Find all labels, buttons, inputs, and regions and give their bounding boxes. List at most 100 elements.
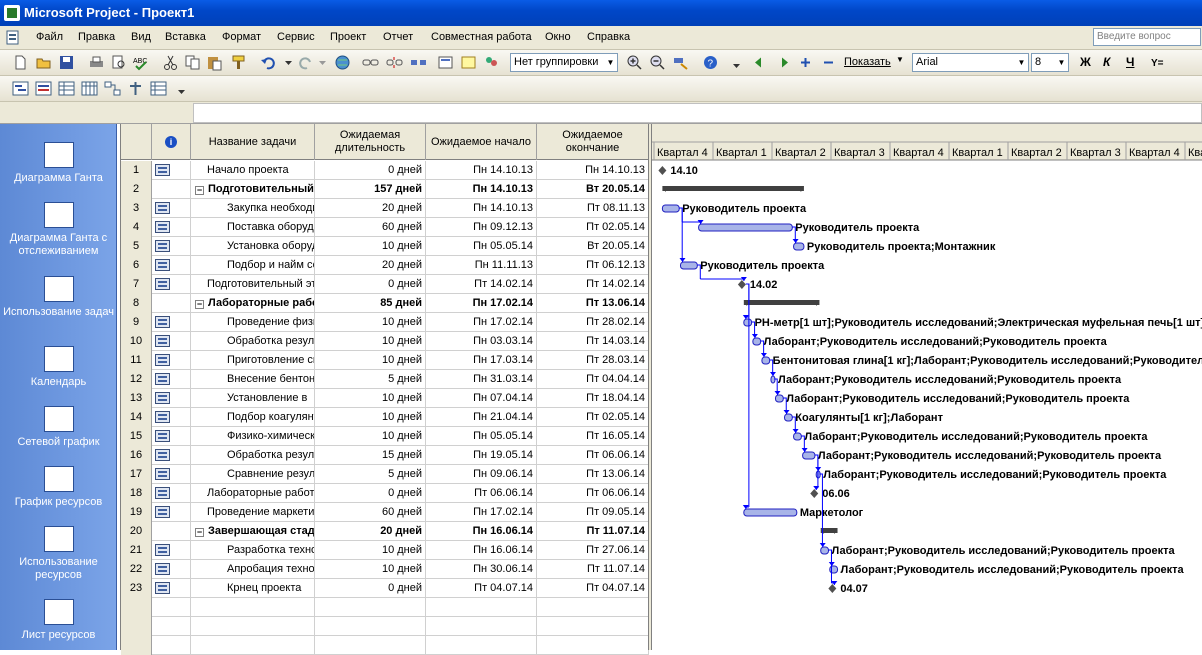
print-icon[interactable] bbox=[88, 54, 105, 71]
start-cell[interactable]: Пт 06.06.14 bbox=[426, 484, 537, 503]
row-id[interactable]: 11 bbox=[121, 351, 152, 370]
menu-file[interactable]: Файл bbox=[36, 31, 63, 43]
link-tasks-icon[interactable] bbox=[362, 54, 379, 71]
finish-cell[interactable] bbox=[537, 598, 649, 617]
row-id[interactable]: 14 bbox=[121, 408, 152, 427]
finish-cell[interactable]: Пт 27.06.14 bbox=[537, 541, 649, 560]
goto-task-icon[interactable] bbox=[672, 54, 689, 71]
arrow-left-icon[interactable] bbox=[752, 54, 769, 71]
finish-cell[interactable]: Пт 13.06.14 bbox=[537, 465, 649, 484]
row-id[interactable]: 20 bbox=[121, 522, 152, 541]
show-subtasks-icon[interactable] bbox=[797, 54, 814, 71]
zoom-out-icon[interactable] bbox=[649, 54, 666, 71]
duration-cell[interactable] bbox=[315, 598, 426, 617]
duration-cell[interactable]: 0 дней bbox=[315, 484, 426, 503]
task-name-cell[interactable]: Крнец проекта bbox=[191, 579, 315, 598]
task-name-cell[interactable]: Приготовление смесей bbox=[191, 351, 315, 370]
finish-cell[interactable]: Пт 18.04.14 bbox=[537, 389, 649, 408]
save-icon[interactable] bbox=[58, 54, 75, 71]
open-icon[interactable] bbox=[35, 54, 52, 71]
assign-resources-icon[interactable] bbox=[483, 54, 500, 71]
header-finish[interactable]: Ожидаемое окончание bbox=[537, 124, 649, 160]
header-task-name[interactable]: Название задачи bbox=[191, 124, 315, 160]
sidebar-item-network[interactable]: Сетевой график bbox=[0, 406, 117, 449]
finish-cell[interactable]: Пт 28.03.14 bbox=[537, 351, 649, 370]
font-select[interactable]: Arial ▼ bbox=[912, 53, 1029, 72]
finish-cell[interactable] bbox=[537, 636, 649, 655]
row-id[interactable]: 5 bbox=[121, 237, 152, 256]
table-row[interactable]: 13Установление в10 днейПн 07.04.14Пт 18.… bbox=[121, 389, 649, 408]
start-cell[interactable]: Пн 30.06.14 bbox=[426, 560, 537, 579]
duration-cell[interactable]: 15 дней bbox=[315, 446, 426, 465]
row-id[interactable] bbox=[121, 617, 152, 636]
duration-cell[interactable]: 10 дней bbox=[315, 408, 426, 427]
bold-button[interactable]: Ж bbox=[1080, 55, 1091, 69]
font-size-select[interactable]: 8 ▼ bbox=[1031, 53, 1069, 72]
table-row[interactable]: 23Крнец проекта0 днейПт 04.07.14Пт 04.07… bbox=[121, 579, 649, 598]
menu-collaborate[interactable]: Совместная работа bbox=[431, 31, 532, 43]
start-cell[interactable]: Пн 14.10.13 bbox=[426, 161, 537, 180]
duration-cell[interactable]: 157 дней bbox=[315, 180, 426, 199]
start-cell[interactable]: Пн 07.04.14 bbox=[426, 389, 537, 408]
task-name-cell[interactable]: Апробация технологии bbox=[191, 560, 315, 579]
menu-window[interactable]: Окно bbox=[545, 31, 571, 43]
ask-question-input[interactable]: Введите вопрос bbox=[1093, 28, 1201, 46]
duration-cell[interactable]: 5 дней bbox=[315, 370, 426, 389]
table-row[interactable]: 22Апробация технологии10 днейПн 30.06.14… bbox=[121, 560, 649, 579]
zoom-in-icon[interactable] bbox=[626, 54, 643, 71]
finish-cell[interactable]: Пт 06.06.14 bbox=[537, 446, 649, 465]
finish-cell[interactable]: Пт 04.04.14 bbox=[537, 370, 649, 389]
duration-cell[interactable]: 20 дней bbox=[315, 522, 426, 541]
redo-icon[interactable] bbox=[297, 54, 314, 71]
duration-cell[interactable]: 10 дней bbox=[315, 313, 426, 332]
start-cell[interactable]: Пн 16.06.14 bbox=[426, 541, 537, 560]
row-id[interactable]: 21 bbox=[121, 541, 152, 560]
duration-cell[interactable]: 20 дней bbox=[315, 256, 426, 275]
sidebar-item-resource-usage[interactable]: Использование ресурсов bbox=[0, 526, 117, 582]
task-name-cell[interactable]: Обработка результатов bbox=[191, 332, 315, 351]
start-cell[interactable]: Пн 21.04.14 bbox=[426, 408, 537, 427]
task-usage-view-icon[interactable] bbox=[58, 80, 75, 97]
start-cell[interactable]: Пт 04.07.14 bbox=[426, 579, 537, 598]
task-name-cell[interactable]: Закупка необходимого bbox=[191, 199, 315, 218]
print-preview-icon[interactable] bbox=[110, 54, 127, 71]
collapse-toggle-icon[interactable]: − bbox=[195, 528, 204, 537]
globe-icon[interactable] bbox=[334, 54, 351, 71]
task-name-cell[interactable]: Внесение бентонита bbox=[191, 370, 315, 389]
row-id[interactable]: 7 bbox=[121, 275, 152, 294]
header-duration[interactable]: Ожидаемая длительность bbox=[315, 124, 426, 160]
row-id[interactable]: 8 bbox=[121, 294, 152, 313]
table-row[interactable]: 16Обработка результатов15 днейПн 19.05.1… bbox=[121, 446, 649, 465]
table-row[interactable] bbox=[121, 598, 649, 617]
table-row[interactable]: 5Установка оборудования10 днейПн 05.05.1… bbox=[121, 237, 649, 256]
show-dropdown-icon[interactable]: ▼ bbox=[896, 55, 904, 64]
italic-button[interactable]: К bbox=[1103, 55, 1110, 69]
start-cell[interactable]: Пн 16.06.14 bbox=[426, 522, 537, 541]
task-name-cell[interactable]: Сравнение результатов bbox=[191, 465, 315, 484]
task-name-cell[interactable]: Физико-химические bbox=[191, 427, 315, 446]
finish-cell[interactable]: Вт 20.05.14 bbox=[537, 237, 649, 256]
start-cell[interactable]: Пн 17.03.14 bbox=[426, 351, 537, 370]
finish-cell[interactable]: Пт 08.11.13 bbox=[537, 199, 649, 218]
menu-view[interactable]: Вид bbox=[131, 31, 151, 43]
table-row[interactable]: 20−Завершающая стадия20 днейПн 16.06.14П… bbox=[121, 522, 649, 541]
grouping-select[interactable]: Нет группировки ▼ bbox=[510, 53, 618, 72]
table-row[interactable]: 12Внесение бентонита5 днейПн 31.03.14Пт … bbox=[121, 370, 649, 389]
duration-cell[interactable]: 60 дней bbox=[315, 503, 426, 522]
show-button[interactable]: Показать bbox=[844, 56, 891, 68]
table-row[interactable]: 14Подбор коагулянта10 днейПн 21.04.14Пт … bbox=[121, 408, 649, 427]
menu-tools[interactable]: Сервис bbox=[277, 31, 315, 43]
calendar-view-icon[interactable] bbox=[81, 80, 98, 97]
start-cell[interactable]: Пн 17.02.14 bbox=[426, 294, 537, 313]
redo-dropdown-icon[interactable] bbox=[314, 54, 331, 71]
table-row[interactable]: 7Подготовительный этап0 днейПт 14.02.14П… bbox=[121, 275, 649, 294]
table-row[interactable] bbox=[121, 617, 649, 636]
row-id[interactable]: 12 bbox=[121, 370, 152, 389]
finish-cell[interactable]: Вт 20.05.14 bbox=[537, 180, 649, 199]
duration-cell[interactable]: 0 дней bbox=[315, 579, 426, 598]
finish-cell[interactable]: Пт 02.05.14 bbox=[537, 218, 649, 237]
undo-icon[interactable] bbox=[260, 54, 277, 71]
finish-cell[interactable]: Пт 02.05.14 bbox=[537, 408, 649, 427]
duration-cell[interactable]: 10 дней bbox=[315, 237, 426, 256]
help-icon[interactable]: ? bbox=[702, 54, 719, 71]
